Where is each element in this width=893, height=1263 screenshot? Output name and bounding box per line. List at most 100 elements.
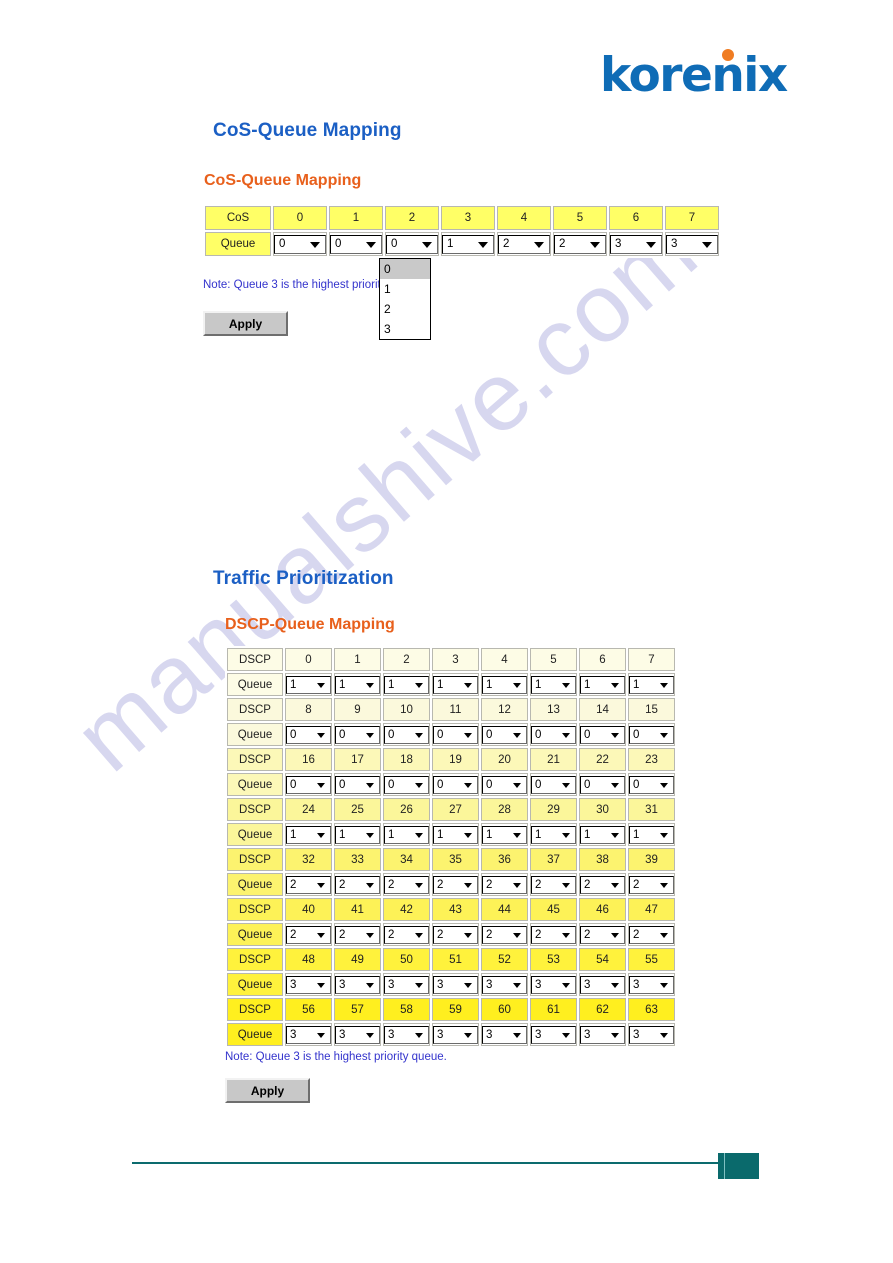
queue-select-dscp-57[interactable]: 3 bbox=[335, 1025, 380, 1044]
queue-select-cell[interactable]: 1 bbox=[481, 823, 528, 846]
queue-select-cell[interactable]: 0 bbox=[329, 232, 383, 256]
queue-select-cell[interactable]: 3 bbox=[432, 1023, 479, 1046]
queue-select-cell[interactable]: 0 bbox=[628, 773, 675, 796]
queue-select-dscp-0[interactable]: 1 bbox=[286, 675, 331, 694]
queue-select-dscp-55[interactable]: 3 bbox=[629, 975, 674, 994]
queue-select-dscp-24[interactable]: 1 bbox=[286, 825, 331, 844]
queue-select-cell[interactable]: 0 bbox=[385, 232, 439, 256]
queue-select-dscp-7[interactable]: 1 bbox=[629, 675, 674, 694]
queue-select-dscp-30[interactable]: 1 bbox=[580, 825, 625, 844]
queue-select-cell[interactable]: 1 bbox=[579, 673, 626, 696]
queue-select-dscp-39[interactable]: 2 bbox=[629, 875, 674, 894]
queue-select-cos-6[interactable]: 3 bbox=[610, 234, 662, 254]
queue-select-cos-3[interactable]: 1 bbox=[442, 234, 494, 254]
queue-select-cell[interactable]: 0 bbox=[334, 773, 381, 796]
queue-select-dscp-63[interactable]: 3 bbox=[629, 1025, 674, 1044]
queue-select-dscp-5[interactable]: 1 bbox=[531, 675, 576, 694]
queue-select-dscp-60[interactable]: 3 bbox=[482, 1025, 527, 1044]
queue-select-cos-4[interactable]: 2 bbox=[498, 234, 550, 254]
queue-select-cell[interactable]: 1 bbox=[285, 823, 332, 846]
queue-select-cell[interactable]: 2 bbox=[285, 873, 332, 896]
queue-select-cell[interactable]: 1 bbox=[432, 673, 479, 696]
dropdown-option-1[interactable]: 1 bbox=[380, 279, 430, 299]
dropdown-option-3[interactable]: 3 bbox=[380, 319, 430, 339]
queue-select-dscp-32[interactable]: 2 bbox=[286, 875, 331, 894]
queue-select-cell[interactable]: 0 bbox=[579, 723, 626, 746]
queue-select-cell[interactable]: 0 bbox=[530, 723, 577, 746]
queue-select-dscp-35[interactable]: 2 bbox=[433, 875, 478, 894]
queue-select-cell[interactable]: 2 bbox=[383, 923, 430, 946]
queue-select-cell[interactable]: 3 bbox=[334, 1023, 381, 1046]
queue-select-cell[interactable]: 2 bbox=[628, 873, 675, 896]
queue-select-cell[interactable]: 0 bbox=[628, 723, 675, 746]
queue-select-cell[interactable]: 2 bbox=[432, 923, 479, 946]
queue-select-cell[interactable]: 2 bbox=[432, 873, 479, 896]
queue-select-dscp-56[interactable]: 3 bbox=[286, 1025, 331, 1044]
queue-select-dscp-31[interactable]: 1 bbox=[629, 825, 674, 844]
queue-select-dscp-43[interactable]: 2 bbox=[433, 925, 478, 944]
queue-select-cos-1[interactable]: 0 bbox=[330, 234, 382, 254]
queue-select-dscp-38[interactable]: 2 bbox=[580, 875, 625, 894]
queue-select-cell[interactable]: 3 bbox=[579, 973, 626, 996]
queue-select-cell[interactable]: 3 bbox=[383, 973, 430, 996]
queue-select-cell[interactable]: 2 bbox=[334, 873, 381, 896]
queue-select-dscp-34[interactable]: 2 bbox=[384, 875, 429, 894]
queue-select-dscp-54[interactable]: 3 bbox=[580, 975, 625, 994]
apply-button-cos[interactable]: Apply bbox=[203, 311, 288, 336]
queue-select-dscp-61[interactable]: 3 bbox=[531, 1025, 576, 1044]
queue-select-cell[interactable]: 3 bbox=[628, 1023, 675, 1046]
queue-select-cell[interactable]: 3 bbox=[665, 232, 719, 256]
queue-select-cell[interactable]: 1 bbox=[530, 823, 577, 846]
queue-select-dscp-21[interactable]: 0 bbox=[531, 775, 576, 794]
queue-select-dscp-17[interactable]: 0 bbox=[335, 775, 380, 794]
queue-select-cell[interactable]: 2 bbox=[285, 923, 332, 946]
queue-select-dscp-42[interactable]: 2 bbox=[384, 925, 429, 944]
queue-select-cos-2[interactable]: 0 bbox=[386, 234, 438, 254]
queue-select-cell[interactable]: 3 bbox=[334, 973, 381, 996]
queue-select-cell[interactable]: 0 bbox=[383, 773, 430, 796]
queue-select-cell[interactable]: 1 bbox=[628, 823, 675, 846]
queue-select-dscp-1[interactable]: 1 bbox=[335, 675, 380, 694]
queue-select-dscp-46[interactable]: 2 bbox=[580, 925, 625, 944]
queue-select-cell[interactable]: 1 bbox=[441, 232, 495, 256]
queue-select-dscp-15[interactable]: 0 bbox=[629, 725, 674, 744]
queue-select-dscp-59[interactable]: 3 bbox=[433, 1025, 478, 1044]
queue-select-cell[interactable]: 2 bbox=[553, 232, 607, 256]
queue-select-cell[interactable]: 3 bbox=[481, 973, 528, 996]
queue-select-cell[interactable]: 2 bbox=[579, 923, 626, 946]
queue-select-dscp-10[interactable]: 0 bbox=[384, 725, 429, 744]
queue-select-cell[interactable]: 3 bbox=[609, 232, 663, 256]
queue-select-dscp-8[interactable]: 0 bbox=[286, 725, 331, 744]
queue-select-dscp-12[interactable]: 0 bbox=[482, 725, 527, 744]
queue-select-dscp-19[interactable]: 0 bbox=[433, 775, 478, 794]
queue-dropdown-options-list[interactable]: 0 1 2 3 bbox=[379, 258, 431, 340]
queue-select-dscp-6[interactable]: 1 bbox=[580, 675, 625, 694]
queue-select-cell[interactable]: 1 bbox=[579, 823, 626, 846]
queue-select-dscp-44[interactable]: 2 bbox=[482, 925, 527, 944]
queue-select-cell[interactable]: 0 bbox=[334, 723, 381, 746]
queue-select-cell[interactable]: 3 bbox=[530, 973, 577, 996]
queue-select-cell[interactable]: 3 bbox=[383, 1023, 430, 1046]
queue-select-cell[interactable]: 0 bbox=[481, 723, 528, 746]
queue-select-dscp-2[interactable]: 1 bbox=[384, 675, 429, 694]
queue-select-dscp-37[interactable]: 2 bbox=[531, 875, 576, 894]
queue-select-cell[interactable]: 1 bbox=[334, 673, 381, 696]
queue-select-dscp-33[interactable]: 2 bbox=[335, 875, 380, 894]
queue-select-cell[interactable]: 3 bbox=[628, 973, 675, 996]
queue-select-dscp-52[interactable]: 3 bbox=[482, 975, 527, 994]
queue-select-dscp-4[interactable]: 1 bbox=[482, 675, 527, 694]
queue-select-dscp-13[interactable]: 0 bbox=[531, 725, 576, 744]
queue-select-dscp-29[interactable]: 1 bbox=[531, 825, 576, 844]
queue-select-cell[interactable]: 0 bbox=[383, 723, 430, 746]
queue-select-cell[interactable]: 1 bbox=[285, 673, 332, 696]
queue-select-dscp-16[interactable]: 0 bbox=[286, 775, 331, 794]
queue-select-dscp-14[interactable]: 0 bbox=[580, 725, 625, 744]
queue-select-cell[interactable]: 0 bbox=[481, 773, 528, 796]
queue-select-dscp-28[interactable]: 1 bbox=[482, 825, 527, 844]
queue-select-cell[interactable]: 2 bbox=[334, 923, 381, 946]
queue-select-cell[interactable]: 0 bbox=[285, 773, 332, 796]
queue-select-cell[interactable]: 0 bbox=[432, 723, 479, 746]
queue-select-dscp-40[interactable]: 2 bbox=[286, 925, 331, 944]
queue-select-cell[interactable]: 0 bbox=[432, 773, 479, 796]
queue-select-cell[interactable]: 1 bbox=[481, 673, 528, 696]
